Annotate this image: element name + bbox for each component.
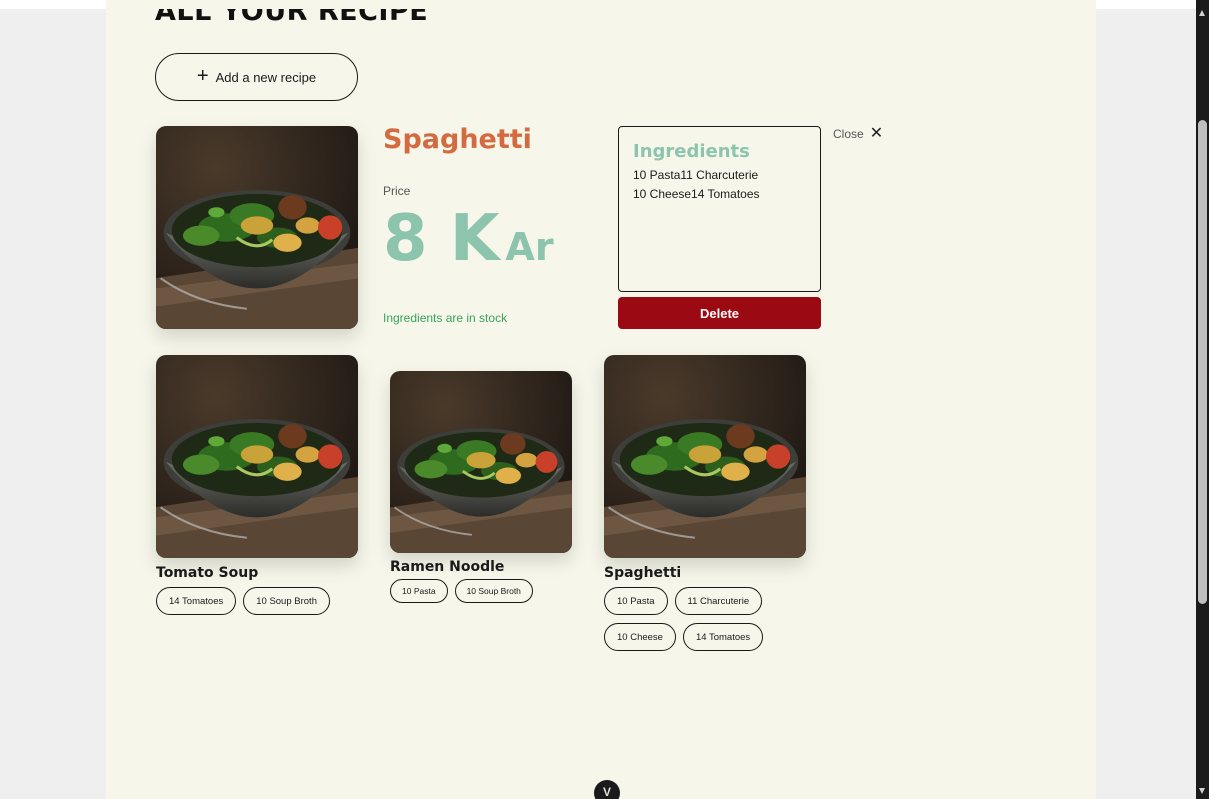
close-label: Close (833, 127, 864, 141)
ingredient-tag: 10 Cheese (604, 623, 676, 651)
scroll-down-arrow-icon[interactable] (1199, 788, 1205, 794)
ingredient-line: 10 Cheese14 Tomatoes (633, 187, 760, 201)
ingredient-tag: 11 Charcuterie (674, 587, 763, 615)
detail-recipe-name: Spaghetti (383, 124, 532, 155)
plus-icon: + (196, 64, 209, 87)
close-icon: ✕ (869, 125, 884, 142)
scroll-down-button[interactable]: V (594, 780, 620, 799)
scroll-up-arrow-icon[interactable] (1199, 10, 1205, 16)
chevron-down-icon: V (602, 785, 611, 799)
delete-button[interactable]: Delete (618, 297, 821, 329)
detail-recipe-image (156, 126, 358, 329)
add-recipe-button[interactable]: + Add a new recipe (155, 53, 358, 101)
ingredients-title: Ingredients (633, 141, 750, 162)
recipe-card-tags: 10 Pasta 11 Charcuterie 10 Cheese 14 Tom… (604, 587, 784, 651)
ingredient-tag: 10 Soup Broth (454, 579, 533, 603)
price-value: 8 K Ar (383, 207, 554, 271)
recipe-card-name[interactable]: Spaghetti (604, 565, 681, 581)
recipe-card-name[interactable]: Tomato Soup (156, 565, 258, 581)
recipe-card-image[interactable] (156, 355, 358, 558)
recipe-card-tags: 14 Tomatoes 10 Soup Broth (156, 587, 376, 615)
ingredient-tag: 14 Tomatoes (682, 623, 764, 651)
recipe-page: ALL YOUR RECIPE + Add a new recipe Spagh… (106, 0, 1096, 799)
recipe-card-name[interactable]: Ramen Noodle (390, 559, 504, 575)
ingredient-tag: 10 Pasta (390, 579, 448, 603)
scrollbar-thumb[interactable] (1198, 120, 1207, 604)
ingredient-line: 10 Pasta11 Charcuterie (633, 168, 759, 182)
ingredients-box: Ingredients 10 Pasta11 Charcuterie 10 Ch… (618, 126, 821, 292)
stock-status: Ingredients are in stock (383, 311, 508, 325)
price-label: Price (383, 184, 411, 198)
recipe-card-image[interactable] (604, 355, 806, 558)
ingredient-tag: 14 Tomatoes (156, 587, 237, 615)
add-recipe-label: Add a new recipe (215, 69, 317, 85)
price-unit: Ar (505, 225, 554, 269)
ingredient-tag: 10 Pasta (604, 587, 668, 615)
recipe-card-tags: 10 Pasta 10 Soup Broth (390, 579, 590, 603)
ingredient-tag: 10 Soup Broth (243, 587, 330, 615)
page-title: ALL YOUR RECIPE (155, 0, 429, 27)
window-scrollbar[interactable] (1196, 0, 1209, 799)
recipe-card-image[interactable] (390, 371, 572, 553)
close-button[interactable]: Close ✕ (833, 126, 883, 142)
price-amount: 8 K (383, 202, 500, 276)
